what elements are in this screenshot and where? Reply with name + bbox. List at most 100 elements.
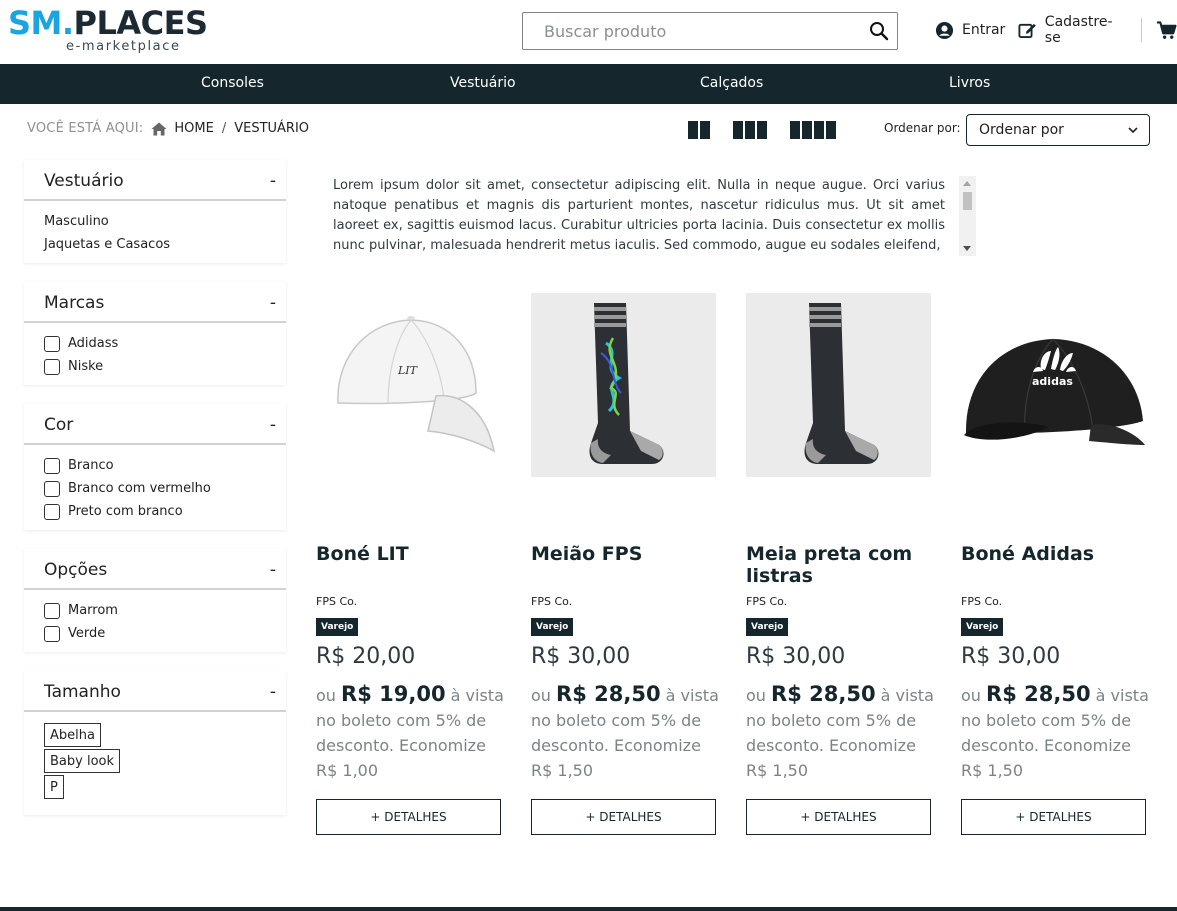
color-option-branco[interactable]: Branco	[44, 454, 266, 477]
filter-options-group: Opções - Marrom Verde	[24, 549, 286, 652]
product-promo: ou R$ 19,00 à vista no boleto com 5% de …	[316, 682, 504, 780]
details-button[interactable]: + DETALHES	[316, 799, 501, 835]
checkbox[interactable]	[44, 358, 60, 375]
login-label: Entrar	[962, 22, 1006, 38]
nav-item-livros[interactable]: Livros	[949, 75, 990, 91]
category-link-masculino[interactable]: Masculino	[44, 210, 266, 233]
product-image[interactable]: adidas	[961, 293, 1146, 477]
breadcrumb-home[interactable]: HOME	[151, 121, 214, 136]
product-image[interactable]	[531, 293, 716, 477]
product-card: Meia preta com listras FPS Co. Varejo R$…	[746, 293, 934, 835]
grid-4-columns-icon[interactable]	[790, 121, 836, 139]
breadcrumb-prefix: VOCÊ ESTÁ AQUI:	[27, 121, 144, 136]
product-price: R$ 30,00	[961, 644, 1061, 669]
search-box	[522, 12, 898, 50]
logo-tagline: e-marketplace	[66, 39, 181, 54]
product-price: R$ 30,00	[531, 644, 631, 669]
details-button[interactable]: + DETALHES	[961, 799, 1146, 835]
svg-text:LIT: LIT	[397, 364, 419, 377]
filter-category: Vestuário - Masculino Jaquetas e Casacos	[24, 160, 286, 263]
main-nav: Consoles Vestuário Calçados Livros	[0, 64, 1177, 104]
nav-item-calcados[interactable]: Calçados	[700, 75, 763, 91]
cart-button[interactable]	[1156, 20, 1177, 40]
checkbox[interactable]	[44, 335, 60, 352]
checkbox[interactable]	[44, 503, 60, 520]
option-marrom[interactable]: Marrom	[44, 599, 266, 622]
category-link-jaquetas[interactable]: Jaquetas e Casacos	[44, 233, 266, 256]
breadcrumb-home-label: HOME	[174, 121, 214, 136]
collapse-toggle[interactable]: -	[270, 171, 276, 191]
color-option-branco-vermelho[interactable]: Branco com vermelho	[44, 477, 266, 500]
promo-price: R$ 28,50	[986, 682, 1091, 706]
filter-header[interactable]: Cor -	[24, 404, 286, 445]
details-button[interactable]: + DETALHES	[746, 799, 931, 835]
product-name[interactable]: Meia preta com listras	[746, 543, 936, 587]
user-circle-icon	[935, 21, 954, 39]
size-option-abelha[interactable]: Abelha	[44, 723, 101, 747]
product-badge: Varejo	[746, 618, 789, 636]
cap-icon: adidas	[964, 338, 1145, 445]
chevron-down-icon	[1128, 127, 1138, 134]
nav-item-vestuario[interactable]: Vestuário	[450, 75, 516, 91]
header-divider	[1141, 18, 1142, 42]
product-name[interactable]: Boné Adidas	[961, 543, 1151, 565]
checkbox[interactable]	[44, 457, 60, 474]
option-label: Branco	[68, 458, 114, 473]
color-option-preto-branco[interactable]: Preto com branco	[44, 500, 266, 523]
filter-title: Tamanho	[44, 682, 121, 702]
filter-header[interactable]: Marcas -	[24, 282, 286, 323]
footer-edge	[0, 907, 1177, 911]
site-logo[interactable]: SM.PLACES e-marketplace	[8, 4, 208, 56]
option-label: Verde	[68, 626, 106, 641]
scroll-down-arrow[interactable]	[963, 246, 971, 251]
product-image[interactable]	[746, 293, 931, 477]
collapse-toggle[interactable]: -	[270, 560, 276, 580]
details-button[interactable]: + DETALHES	[531, 799, 716, 835]
brand-option-niske[interactable]: Niske	[44, 355, 266, 378]
sock-icon	[589, 303, 664, 464]
option-label: Marrom	[68, 603, 118, 618]
account-links: Entrar Cadastre-se	[935, 14, 1177, 46]
sort-select[interactable]: Ordenar por	[966, 114, 1150, 146]
product-promo: ou R$ 28,50 à vista no boleto com 5% de …	[961, 682, 1149, 780]
logo-wordmark: SM.PLACES	[8, 4, 208, 42]
size-option-baby-look[interactable]: Baby look	[44, 749, 121, 773]
shopping-cart-icon	[1157, 20, 1177, 39]
option-verde[interactable]: Verde	[44, 622, 266, 645]
search-input[interactable]	[523, 13, 853, 49]
size-option-p[interactable]: P	[44, 775, 64, 799]
checkbox[interactable]	[44, 625, 60, 642]
filter-header[interactable]: Tamanho -	[24, 671, 286, 712]
collapse-toggle[interactable]: -	[270, 415, 276, 435]
promo-price: R$ 19,00	[341, 682, 446, 706]
checkbox[interactable]	[44, 480, 60, 497]
site-header: SM.PLACES e-marketplace Entrar Cadastre-…	[0, 0, 1177, 64]
scroll-thumb[interactable]	[963, 192, 972, 210]
nav-item-consoles[interactable]: Consoles	[201, 75, 264, 91]
collapse-toggle[interactable]: -	[270, 293, 276, 313]
sock-icon	[804, 303, 879, 464]
grid-2-columns-icon[interactable]	[688, 121, 710, 139]
search-button[interactable]	[869, 21, 889, 41]
product-name[interactable]: Meião FPS	[531, 543, 721, 565]
promo-price: R$ 28,50	[556, 682, 661, 706]
scroll-up-arrow[interactable]	[963, 181, 971, 186]
filter-brands: Marcas - Adidass Niske	[24, 282, 286, 385]
grid-3-columns-icon[interactable]	[733, 121, 767, 139]
collapse-toggle[interactable]: -	[270, 682, 276, 702]
filter-header[interactable]: Opções -	[24, 549, 286, 590]
product-price: R$ 30,00	[746, 644, 846, 669]
checkbox[interactable]	[44, 602, 60, 619]
product-name[interactable]: Boné LIT	[316, 543, 506, 565]
product-seller: FPS Co.	[746, 595, 788, 608]
brand-option-adidass[interactable]: Adidass	[44, 332, 266, 355]
sort-selected-value: Ordenar por	[979, 122, 1064, 138]
product-image[interactable]: LIT	[316, 293, 501, 477]
description-scrollbar[interactable]	[959, 176, 976, 256]
product-card: Meião FPS FPS Co. Varejo R$ 30,00 ou R$ …	[531, 293, 719, 835]
login-link[interactable]: Entrar	[935, 21, 1005, 40]
filter-header[interactable]: Vestuário -	[24, 160, 286, 201]
signup-link[interactable]: Cadastre-se	[1018, 14, 1127, 46]
product-promo: ou R$ 28,50 à vista no boleto com 5% de …	[531, 682, 719, 780]
filter-options: Branco Branco com vermelho Preto com bra…	[24, 445, 286, 532]
